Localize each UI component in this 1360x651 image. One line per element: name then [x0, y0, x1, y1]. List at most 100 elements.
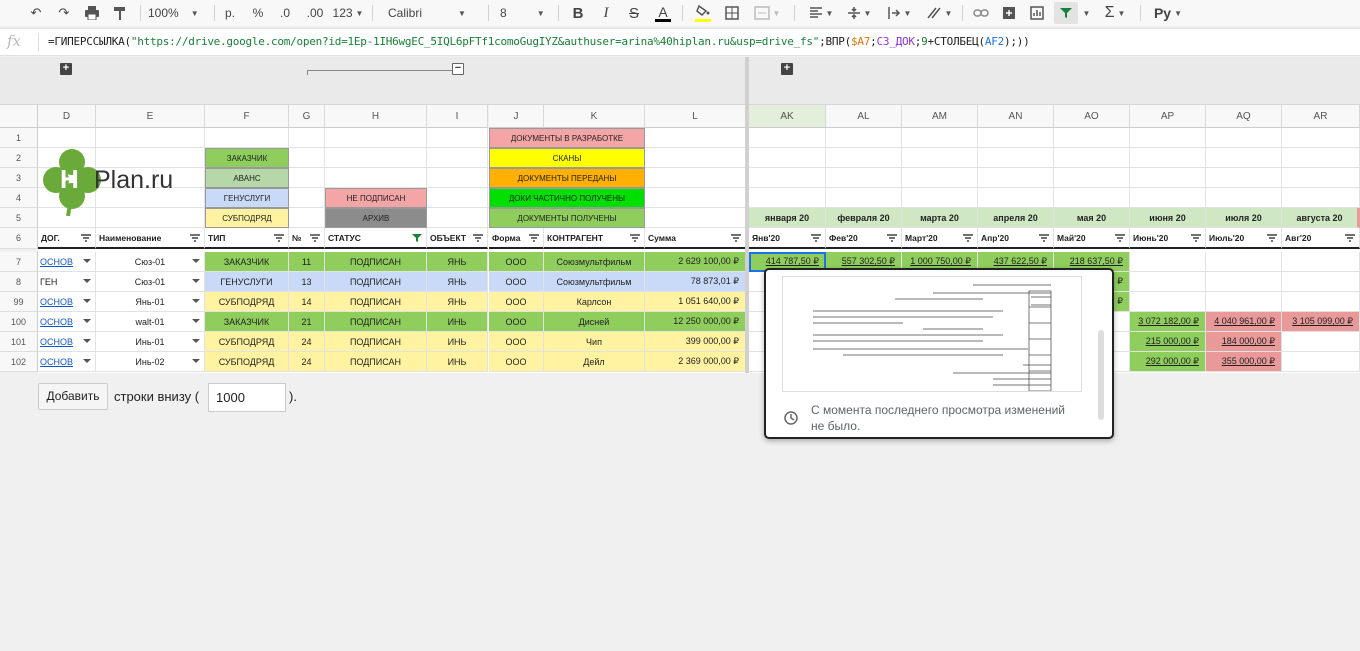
grid-cell[interactable]	[826, 168, 902, 188]
column-header[interactable]: AK	[749, 105, 826, 128]
column-title[interactable]: Апр'20	[978, 228, 1054, 249]
align-vertical-icon[interactable]: ▼	[842, 2, 876, 24]
grid-cell[interactable]	[427, 208, 488, 228]
formula-input[interactable]: =ГИПЕРССЫЛКА("https://drive.google.com/o…	[48, 35, 1030, 48]
grid-cell[interactable]	[1206, 292, 1282, 312]
grid-cell[interactable]	[902, 128, 978, 148]
filter-icon[interactable]	[412, 234, 422, 242]
row-header[interactable]: 101	[0, 332, 38, 352]
borders-icon[interactable]	[722, 2, 742, 24]
legend-cell[interactable]: ДОКУМЕНТЫ ПЕРЕДАНЫ	[489, 168, 645, 188]
month-value[interactable]: 355 000,00 ₽	[1206, 352, 1282, 372]
cell-num[interactable]: 24	[289, 332, 325, 352]
grid-cell[interactable]	[645, 128, 746, 148]
column-title[interactable]: Форма	[489, 228, 544, 249]
contract-link[interactable]: ОСНОВ	[40, 297, 73, 307]
chevron-down-icon[interactable]	[192, 359, 200, 363]
grid-cell[interactable]	[1054, 148, 1130, 168]
contract-dropdown[interactable]: ОСНОВ	[38, 312, 96, 332]
grid-cell[interactable]	[1282, 148, 1360, 168]
month-value[interactable]: 3 072 182,00 ₽	[1130, 312, 1206, 332]
cell-type[interactable]: ЗАКАЗЧИК	[205, 252, 289, 272]
grid-cell[interactable]	[1206, 128, 1282, 148]
cell-agent[interactable]: Союзмультфильм	[544, 252, 645, 272]
legend-cell[interactable]: ДОКУМЕНТЫ В РАЗРАБОТКЕ	[489, 128, 645, 148]
grid-cell[interactable]	[1282, 332, 1360, 352]
popup-scrollbar[interactable]	[1098, 330, 1104, 420]
month-header[interactable]: января 20	[749, 208, 826, 228]
cell-agent[interactable]: Дисней	[544, 312, 645, 332]
grid-cell[interactable]	[1130, 128, 1206, 148]
grid-cell[interactable]	[1206, 148, 1282, 168]
grid-cell[interactable]	[289, 168, 325, 188]
cell-num[interactable]: 24	[289, 352, 325, 372]
cell-agent[interactable]: Чип	[544, 332, 645, 352]
cell-agent[interactable]: Союзмультфильм	[544, 272, 645, 292]
contract-dropdown[interactable]: ОСНОВ	[38, 332, 96, 352]
grid-cell[interactable]	[749, 168, 826, 188]
column-title[interactable]: КОНТРАГЕНТ	[544, 228, 645, 249]
filter-icon[interactable]	[190, 234, 200, 242]
cell-type[interactable]: СУБПОДРЯД	[205, 292, 289, 312]
legend-cell[interactable]: СУБПОДРЯД	[205, 208, 289, 228]
grid-cell[interactable]	[645, 208, 746, 228]
name-dropdown[interactable]: Инь-01	[96, 332, 205, 352]
grid-cell[interactable]	[1130, 252, 1206, 272]
percent-button[interactable]: %	[248, 2, 268, 24]
column-header[interactable]: AL	[826, 105, 902, 128]
grid-cell[interactable]	[325, 148, 427, 168]
chevron-down-icon[interactable]	[83, 299, 91, 303]
contract-link[interactable]: ОСНОВ	[40, 337, 73, 347]
fill-color-icon[interactable]	[692, 2, 714, 24]
chevron-down-icon[interactable]	[192, 259, 200, 263]
grid-cell[interactable]	[1054, 188, 1130, 208]
grid-cell[interactable]	[427, 168, 488, 188]
column-header[interactable]: D	[38, 105, 96, 128]
grid-cell[interactable]	[289, 188, 325, 208]
contract-link[interactable]: ОСНОВ	[40, 317, 73, 327]
cell-type[interactable]: СУБПОДРЯД	[205, 352, 289, 372]
cell-status[interactable]: ПОДПИСАН	[325, 312, 427, 332]
cell-num[interactable]: 13	[289, 272, 325, 292]
row-header[interactable]: 5	[0, 208, 38, 228]
row-header[interactable]: 4	[0, 188, 38, 208]
month-header[interactable]: марта 20	[902, 208, 978, 228]
column-title[interactable]: Июль'20	[1206, 228, 1282, 249]
grid-cell[interactable]	[1130, 168, 1206, 188]
grid-cell[interactable]	[1206, 272, 1282, 292]
cell-type[interactable]: ГЕНУСЛУГИ	[205, 272, 289, 292]
month-value[interactable]: 292 000,00 ₽	[1130, 352, 1206, 372]
insert-comment-icon[interactable]	[998, 2, 1020, 24]
input-tools-button[interactable]: Ру ▼	[1150, 2, 1186, 24]
column-title[interactable]: Янв'20	[749, 228, 826, 249]
grid-cell[interactable]	[749, 128, 826, 148]
column-title[interactable]: Наименование	[96, 228, 205, 249]
column-title[interactable]: ДОГ.	[38, 228, 96, 249]
cell-sum[interactable]: 1 051 640,00 ₽	[645, 292, 746, 312]
select-all-corner[interactable]	[0, 105, 38, 128]
cell-form[interactable]: ООО	[489, 332, 544, 352]
cell-sum[interactable]: 2 369 000,00 ₽	[645, 352, 746, 372]
print-icon[interactable]	[82, 2, 102, 24]
row-header[interactable]: 1	[0, 128, 38, 148]
month-header[interactable]: февраля 20	[826, 208, 902, 228]
grid-cell[interactable]	[826, 148, 902, 168]
filter-icon[interactable]	[1039, 234, 1049, 242]
contract-link[interactable]: ОСНОВ	[40, 357, 73, 367]
paint-format-icon[interactable]	[110, 2, 130, 24]
contract-link[interactable]: ГЕН	[40, 277, 57, 287]
column-header[interactable]: AN	[978, 105, 1054, 128]
grid-cell[interactable]	[1130, 188, 1206, 208]
cell-status[interactable]: ПОДПИСАН	[325, 352, 427, 372]
grid-cell[interactable]	[1206, 252, 1282, 272]
grid-cell[interactable]	[1206, 168, 1282, 188]
column-title[interactable]: Авг'20	[1282, 228, 1360, 249]
legend-cell[interactable]: АВАНС	[205, 168, 289, 188]
row-header[interactable]: 7	[0, 252, 38, 272]
legend-cell[interactable]: АРХИВ	[325, 208, 427, 228]
column-header[interactable]: AP	[1130, 105, 1206, 128]
font-size-select[interactable]: 8 ▼	[500, 2, 552, 24]
grid-cell[interactable]	[1282, 272, 1360, 292]
add-rows-button[interactable]: Добавить	[38, 383, 108, 410]
legend-cell[interactable]: ДОКИ ЧАСТИЧНО ПОЛУЧЕНЫ	[489, 188, 645, 208]
